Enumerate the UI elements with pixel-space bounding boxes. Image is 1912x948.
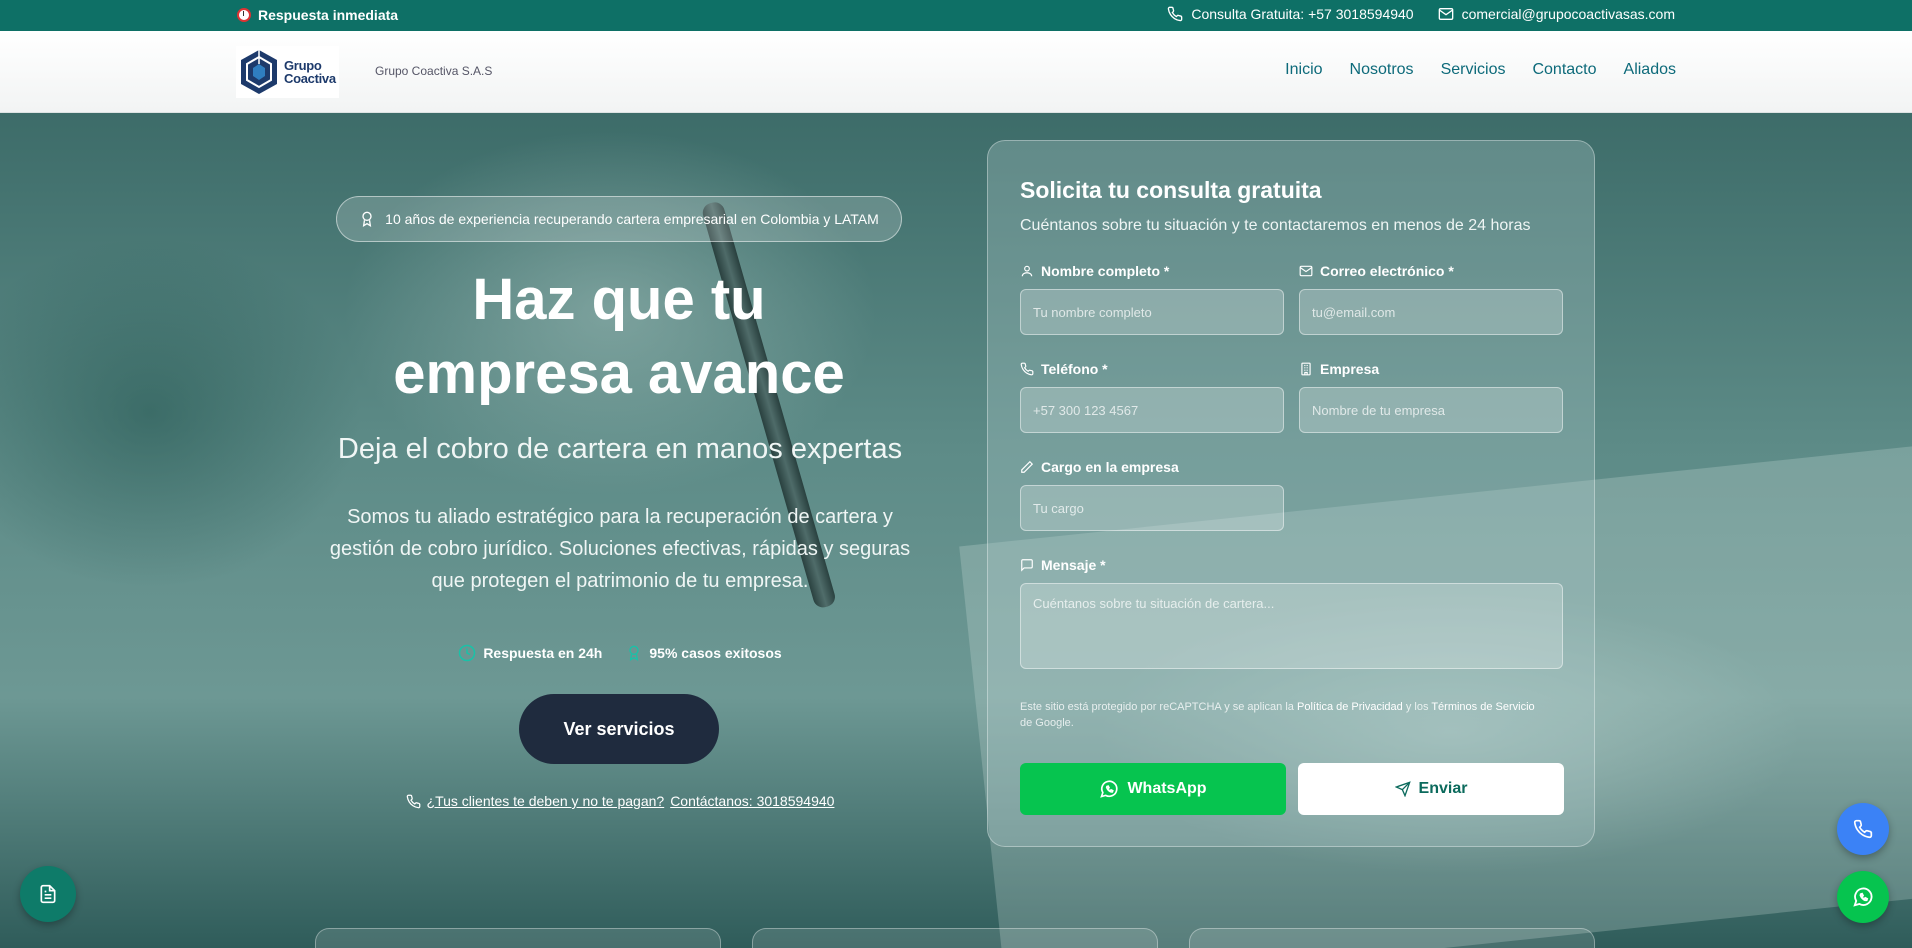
logo[interactable]: Grupo Coactiva xyxy=(236,46,339,98)
mail-icon xyxy=(1438,8,1453,20)
message-label-text: Mensaje * xyxy=(1041,557,1106,573)
top-bar: Respuesta inmediata Consulta Gratuita: +… xyxy=(0,0,1912,31)
phone-float-button[interactable] xyxy=(1837,803,1889,855)
whatsapp-button[interactable]: WhatsApp xyxy=(1020,763,1286,815)
recaptcha-and: y los xyxy=(1405,701,1429,713)
recaptcha-suffix: de Google. xyxy=(1020,717,1074,729)
top-bar-left: Respuesta inmediata xyxy=(237,7,398,23)
pencil-icon xyxy=(1021,460,1034,473)
feature-card-1 xyxy=(315,928,721,948)
whatsapp-icon xyxy=(1853,887,1873,907)
stat-response: Respuesta en 24h xyxy=(458,644,602,662)
nav-nosotros[interactable]: Nosotros xyxy=(1350,61,1414,79)
hero-phone-link[interactable]: ¿Tus clientes te deben y no te pagan? Co… xyxy=(320,793,920,809)
hero-title-line2: empresa avance xyxy=(393,341,845,406)
terms-link[interactable]: Términos de Servicio xyxy=(1431,701,1534,713)
brand-name: Grupo Coactiva S.A.S xyxy=(375,64,493,78)
nav-contacto[interactable]: Contacto xyxy=(1532,61,1596,79)
top-bar-phone[interactable]: Consulta Gratuita: +57 3018594940 xyxy=(1167,6,1414,22)
phone-icon xyxy=(406,794,420,808)
experience-badge: 10 años de experiencia recuperando carte… xyxy=(336,196,902,242)
company-label: Empresa xyxy=(1299,361,1379,377)
consultation-form-card: Solicita tu consulta gratuita Cuéntanos … xyxy=(987,140,1595,847)
award-icon xyxy=(629,645,640,661)
phone-icon xyxy=(1168,6,1183,22)
user-icon xyxy=(1021,265,1033,277)
message-textarea[interactable] xyxy=(1020,583,1563,669)
building-icon xyxy=(1301,362,1311,376)
top-bar-email[interactable]: comercial@grupocoactivasas.com xyxy=(1438,6,1675,22)
whatsapp-icon xyxy=(1100,780,1119,798)
top-bar-right: Consulta Gratuita: +57 3018594940 comerc… xyxy=(1167,6,1675,22)
whatsapp-float-button[interactable] xyxy=(1837,871,1889,923)
nav-inicio[interactable]: Inicio xyxy=(1285,61,1322,79)
stat-response-label: Respuesta en 24h xyxy=(483,645,603,661)
stat-success: 95% casos exitosos xyxy=(626,644,782,662)
top-bar-email-label: comercial@grupocoactivasas.com xyxy=(1461,6,1675,22)
hero-title-line1: Haz que tu xyxy=(472,267,766,332)
nav-servicios[interactable]: Servicios xyxy=(1441,61,1506,79)
company-input[interactable] xyxy=(1299,387,1563,433)
mail-icon xyxy=(1299,265,1313,277)
logo-text: Grupo Coactiva xyxy=(284,59,336,85)
privacy-policy-link[interactable]: Política de Privacidad xyxy=(1297,701,1403,713)
logo-cube-icon xyxy=(241,50,277,94)
role-label-text: Cargo en la empresa xyxy=(1041,459,1179,475)
feature-card-3 xyxy=(1189,928,1595,948)
form-title: Solicita tu consulta gratuita xyxy=(1020,177,1322,203)
phone-label-text: Teléfono * xyxy=(1041,361,1108,377)
send-button[interactable]: Enviar xyxy=(1298,763,1564,815)
phone-icon xyxy=(1853,819,1873,839)
role-label: Cargo en la empresa xyxy=(1020,459,1179,475)
email-label-text: Correo electrónico * xyxy=(1320,263,1454,279)
phone-input[interactable] xyxy=(1020,387,1284,433)
message-label: Mensaje * xyxy=(1020,557,1106,573)
email-input[interactable] xyxy=(1299,289,1563,335)
whatsapp-button-label: WhatsApp xyxy=(1127,780,1207,797)
recaptcha-prefix: Este sitio está protegido por reCAPTCHA … xyxy=(1020,701,1294,713)
name-input[interactable] xyxy=(1020,289,1284,335)
award-icon xyxy=(362,211,372,227)
view-services-button[interactable]: Ver servicios xyxy=(519,694,719,764)
document-float-button[interactable] xyxy=(20,866,76,922)
main-nav: Inicio Nosotros Servicios Contacto Aliad… xyxy=(1285,61,1676,79)
nav-aliados[interactable]: Aliados xyxy=(1624,61,1676,79)
feature-card-2 xyxy=(752,928,1158,948)
quick-response-label: Respuesta inmediata xyxy=(258,7,399,23)
hero-phone-contact[interactable]: Contáctanos: 3018594940 xyxy=(670,793,834,809)
alarm-clock-icon xyxy=(237,8,251,22)
hero-description: Somos tu aliado estratégico para la recu… xyxy=(329,506,911,592)
send-icon xyxy=(1394,781,1411,797)
stat-success-label: 95% casos exitosos xyxy=(649,645,782,661)
hero-subtitle: Deja el cobro de cartera en manos expert… xyxy=(337,433,903,465)
site-header: Grupo Coactiva Grupo Coactiva S.A.S Inic… xyxy=(0,31,1912,113)
role-input[interactable] xyxy=(1020,485,1284,531)
name-label-text: Nombre completo * xyxy=(1041,263,1170,279)
email-label: Correo electrónico * xyxy=(1299,263,1454,279)
send-button-label: Enviar xyxy=(1418,780,1468,797)
hero-section: 10 años de experiencia recuperando carte… xyxy=(0,113,1912,948)
message-icon xyxy=(1021,559,1033,572)
logo-text-line2: Coactiva xyxy=(284,71,336,86)
hero-phone-question[interactable]: ¿Tus clientes te deben y no te pagan? xyxy=(427,793,665,809)
experience-badge-text: 10 años de experiencia recuperando carte… xyxy=(385,211,879,227)
clock-icon xyxy=(459,644,476,662)
hero-stats: Respuesta en 24h 95% casos exitosos xyxy=(320,644,920,662)
name-label: Nombre completo * xyxy=(1020,263,1169,279)
phone-icon xyxy=(1020,362,1034,376)
company-label-text: Empresa xyxy=(1320,361,1380,377)
hero-title: Haz que tu empresa avance xyxy=(336,263,902,411)
recaptcha-notice: Este sitio está protegido por reCAPTCHA … xyxy=(1020,699,1540,731)
document-icon xyxy=(40,884,56,904)
top-bar-phone-label: Consulta Gratuita: +57 3018594940 xyxy=(1191,6,1414,22)
phone-label: Teléfono * xyxy=(1020,361,1108,377)
form-subtitle: Cuéntanos sobre tu situación y te contac… xyxy=(1020,217,1531,234)
